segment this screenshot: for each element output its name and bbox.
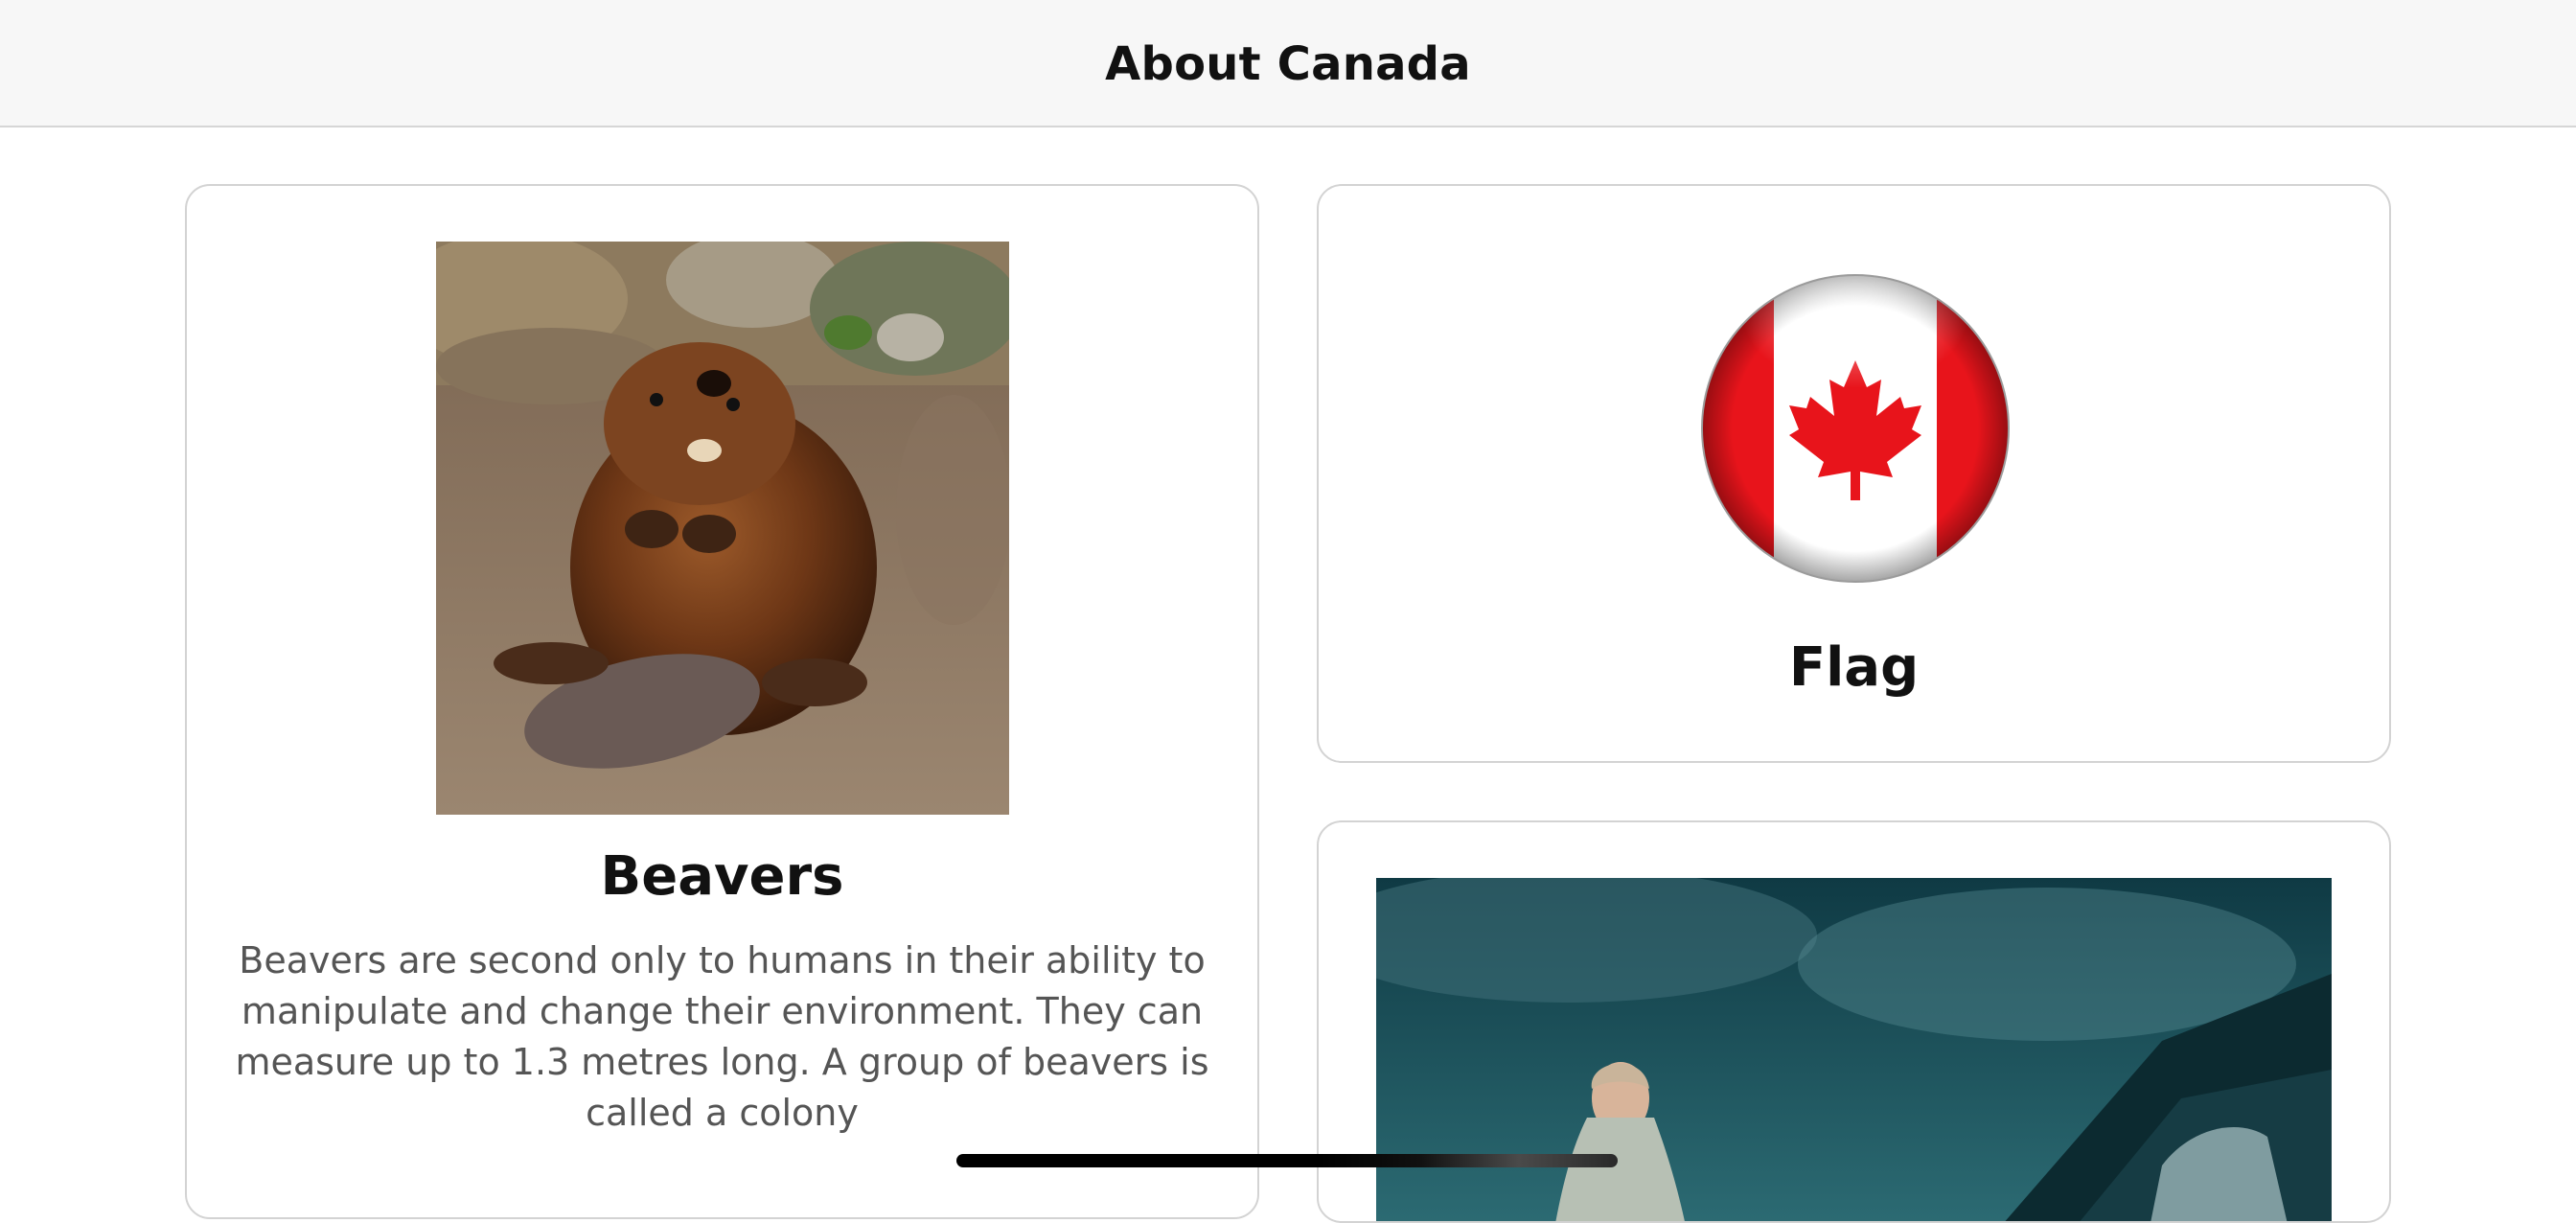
page-title: About Canada (1105, 36, 1471, 91)
flag-title: Flag (1788, 636, 1920, 699)
home-indicator[interactable] (956, 1154, 1618, 1167)
canada-flag-button (1699, 272, 2012, 585)
beavers-title: Beavers (600, 845, 844, 908)
beavers-description: Beavers are second only to humans in the… (235, 939, 1209, 1134)
card-flag[interactable]: Flag (1317, 184, 2391, 763)
navigation-bar: About Canada (0, 0, 2576, 127)
card-beavers[interactable]: Beavers Beavers are second only to human… (185, 184, 1259, 1219)
beaver-photo (436, 242, 1009, 815)
winter-scene-photo (1376, 878, 2332, 1221)
